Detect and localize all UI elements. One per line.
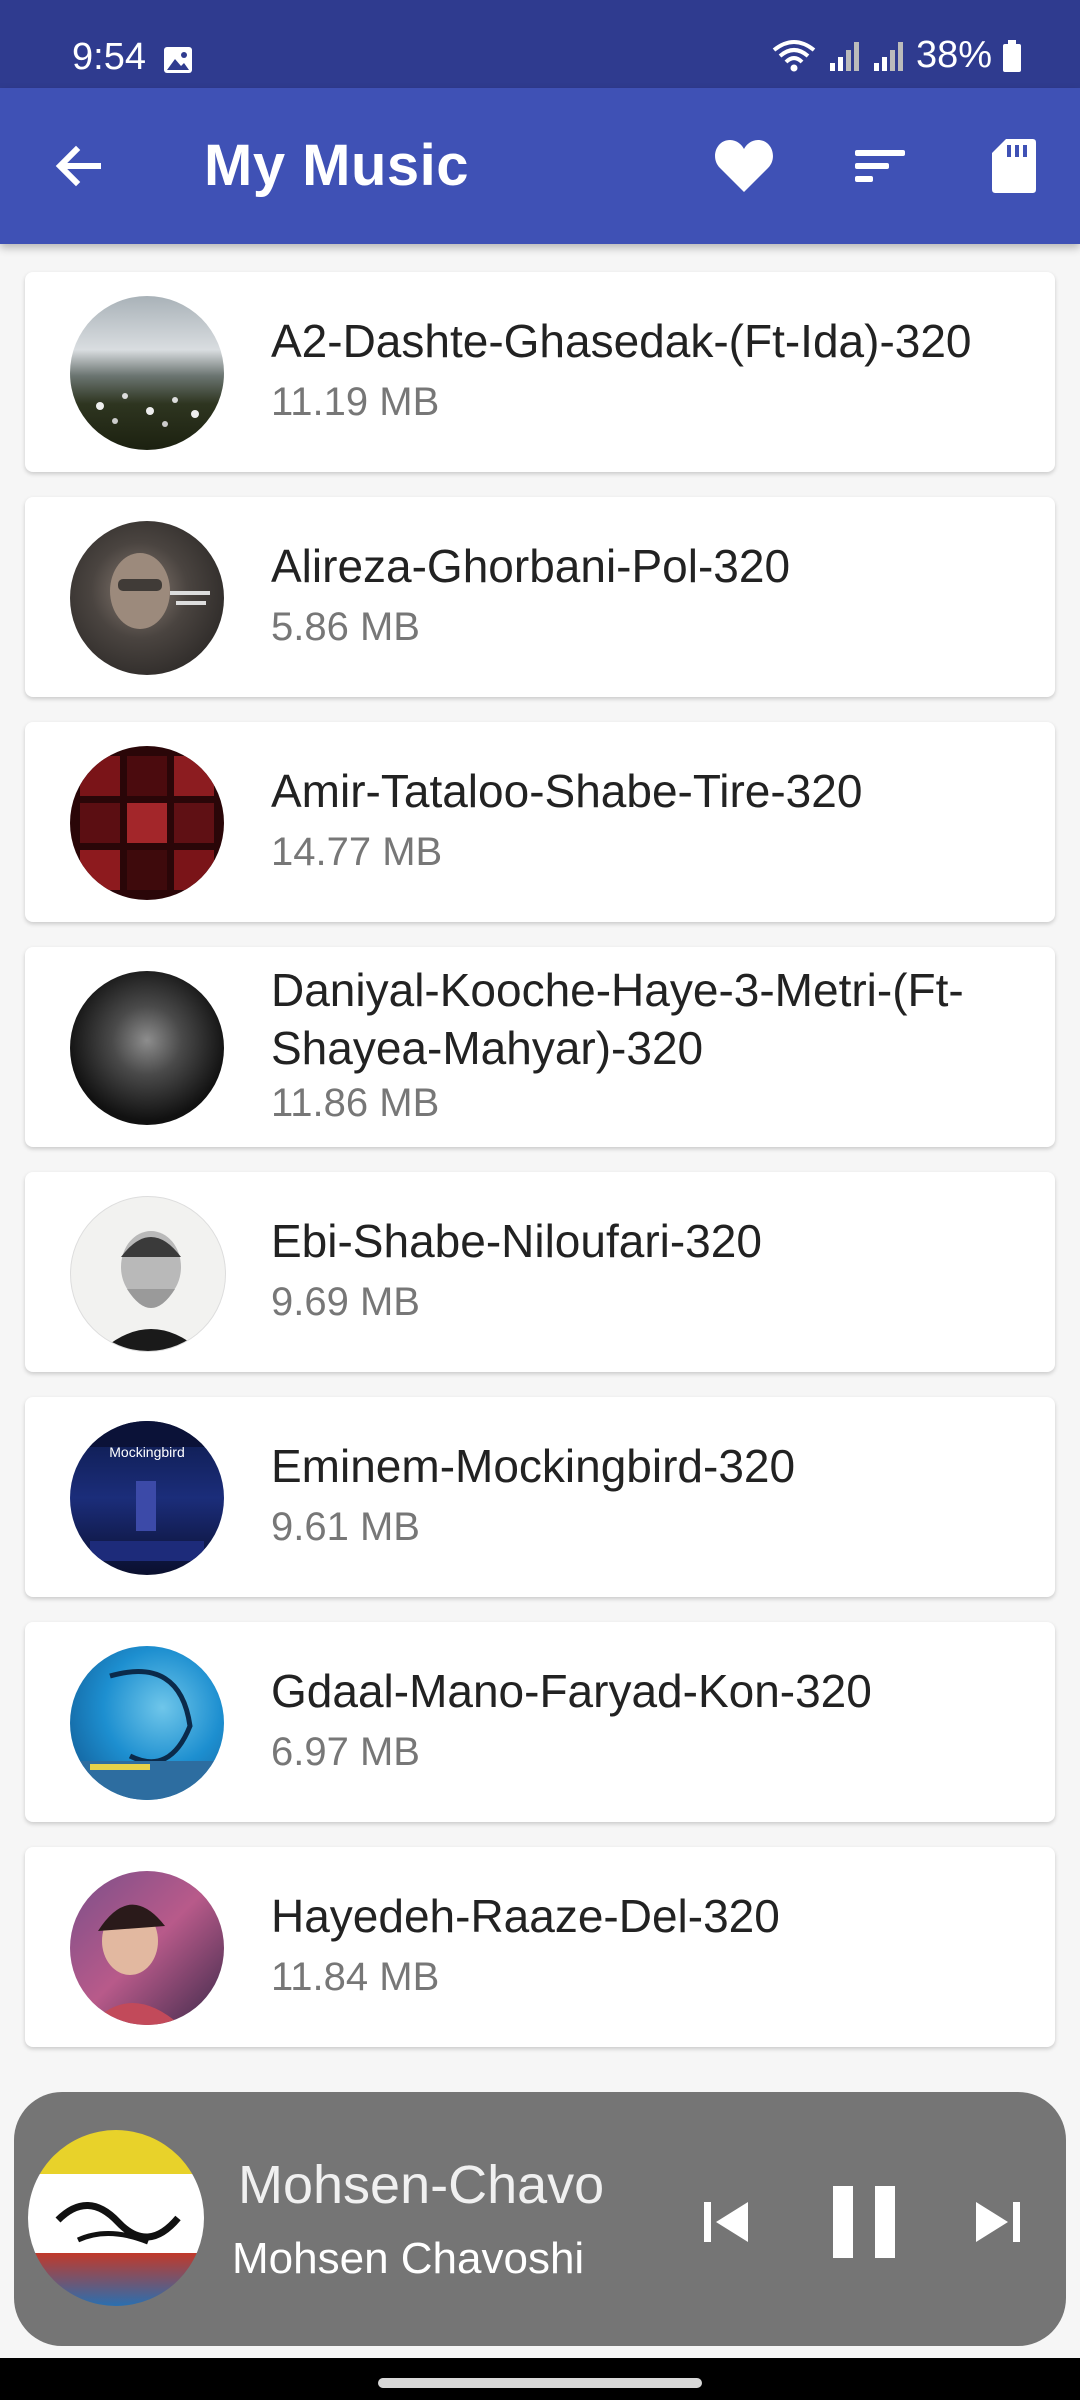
- back-button[interactable]: [46, 134, 110, 198]
- sort-icon: [855, 150, 905, 182]
- song-size: 6.97 MB: [271, 1730, 420, 1774]
- wifi-icon: [772, 39, 816, 71]
- list-item[interactable]: Ebi-Shabe-Niloufari-320 9.69 MB: [25, 1172, 1055, 1372]
- pause-icon: [833, 2186, 895, 2258]
- signal-icon-1: [829, 41, 859, 71]
- song-title: A2-Dashte-Ghasedak-(Ft-Ida)-320: [271, 315, 972, 367]
- album-art: Mockingbird: [70, 1421, 224, 1575]
- song-size: 11.86 MB: [271, 1081, 440, 1125]
- song-title: Amir-Tataloo-Shabe-Tire-320: [271, 765, 863, 817]
- status-time: 9:54: [72, 36, 146, 78]
- status-bar: 9:54 38%: [0, 0, 1080, 88]
- album-art: [70, 971, 224, 1125]
- list-item[interactable]: Alireza-Ghorbani-Pol-320 5.86 MB: [25, 497, 1055, 697]
- list-item[interactable]: Daniyal-Kooche-Haye-3-Metri-(Ft-Shayea-M…: [25, 947, 1055, 1147]
- svg-text:Mockingbird: Mockingbird: [109, 1444, 184, 1460]
- home-gesture-handle[interactable]: [378, 2378, 702, 2388]
- player-song-title: Mohsen-Chavo: [238, 2155, 605, 2215]
- album-art: [70, 1196, 226, 1352]
- next-button[interactable]: [958, 2182, 1038, 2262]
- song-size: 9.69 MB: [271, 1280, 420, 1324]
- back-arrow-icon: [55, 145, 101, 187]
- song-title: Gdaal-Mano-Faryad-Kon-320: [271, 1665, 872, 1717]
- song-title: Alireza-Ghorbani-Pol-320: [271, 540, 791, 592]
- system-nav-bar: [0, 2358, 1080, 2400]
- album-art: [70, 521, 224, 675]
- list-item[interactable]: Hayedeh-Raaze-Del-320 11.84 MB: [25, 1847, 1055, 2047]
- song-size: 11.19 MB: [271, 380, 440, 424]
- sort-button[interactable]: [846, 132, 914, 200]
- album-art: [70, 1646, 224, 1800]
- previous-button[interactable]: [686, 2182, 766, 2262]
- favorites-button[interactable]: [710, 132, 778, 200]
- grid-collage-image: [80, 756, 214, 890]
- skip-next-icon: [976, 2202, 1020, 2242]
- heart-icon: [715, 140, 773, 192]
- image-notification-icon: [164, 47, 192, 73]
- album-art: [70, 746, 224, 900]
- calligraphy-art-image: [55, 2202, 181, 2245]
- list-item[interactable]: Amir-Tataloo-Shabe-Tire-320 14.77 MB: [25, 722, 1055, 922]
- song-size: 11.84 MB: [271, 1955, 440, 1999]
- song-size: 5.86 MB: [271, 605, 420, 649]
- song-title: Eminem-Mockingbird-320: [271, 1440, 796, 1492]
- player-artist: Mohsen Chavoshi: [232, 2234, 585, 2283]
- player-album-art: [28, 2130, 204, 2306]
- stage-image: Mockingbird: [70, 1421, 224, 1561]
- status-indicators: 38%: [770, 34, 1022, 77]
- pause-button[interactable]: [814, 2170, 914, 2274]
- album-art: [70, 296, 224, 450]
- signal-icon-2: [873, 41, 903, 71]
- app-bar: My Music: [0, 88, 1080, 244]
- song-title: Hayedeh-Raaze-Del-320: [271, 1890, 780, 1942]
- song-size: 9.61 MB: [271, 1505, 420, 1549]
- song-size: 14.77 MB: [271, 830, 443, 874]
- mini-player[interactable]: Mohsen-Chavo Mohsen Chavoshi: [14, 2092, 1066, 2346]
- list-item[interactable]: Mockingbird Eminem-Mockingbird-320 9.61 …: [25, 1397, 1055, 1597]
- battery-icon: [1003, 39, 1021, 72]
- abstract-face-image: [70, 1669, 224, 1800]
- skip-previous-icon: [704, 2202, 748, 2242]
- battery-percent: 38%: [915, 34, 992, 76]
- dandelion-field-image: [96, 393, 199, 427]
- portrait-image: [110, 553, 210, 629]
- portrait-image: [101, 1231, 201, 1351]
- album-art: [70, 1871, 224, 2025]
- sd-card-icon: [992, 139, 1036, 193]
- song-title: Ebi-Shabe-Niloufari-320: [271, 1215, 762, 1267]
- portrait-image: [90, 1904, 180, 2025]
- list-item[interactable]: Gdaal-Mano-Faryad-Kon-320 6.97 MB: [25, 1622, 1055, 1822]
- song-title: Daniyal-Kooche-Haye-3-Metri-(Ft-Shayea-M…: [271, 964, 964, 1074]
- page-title: My Music: [204, 133, 470, 198]
- list-item[interactable]: A2-Dashte-Ghasedak-(Ft-Ida)-320 11.19 MB: [25, 272, 1055, 472]
- sd-card-button[interactable]: [980, 132, 1048, 200]
